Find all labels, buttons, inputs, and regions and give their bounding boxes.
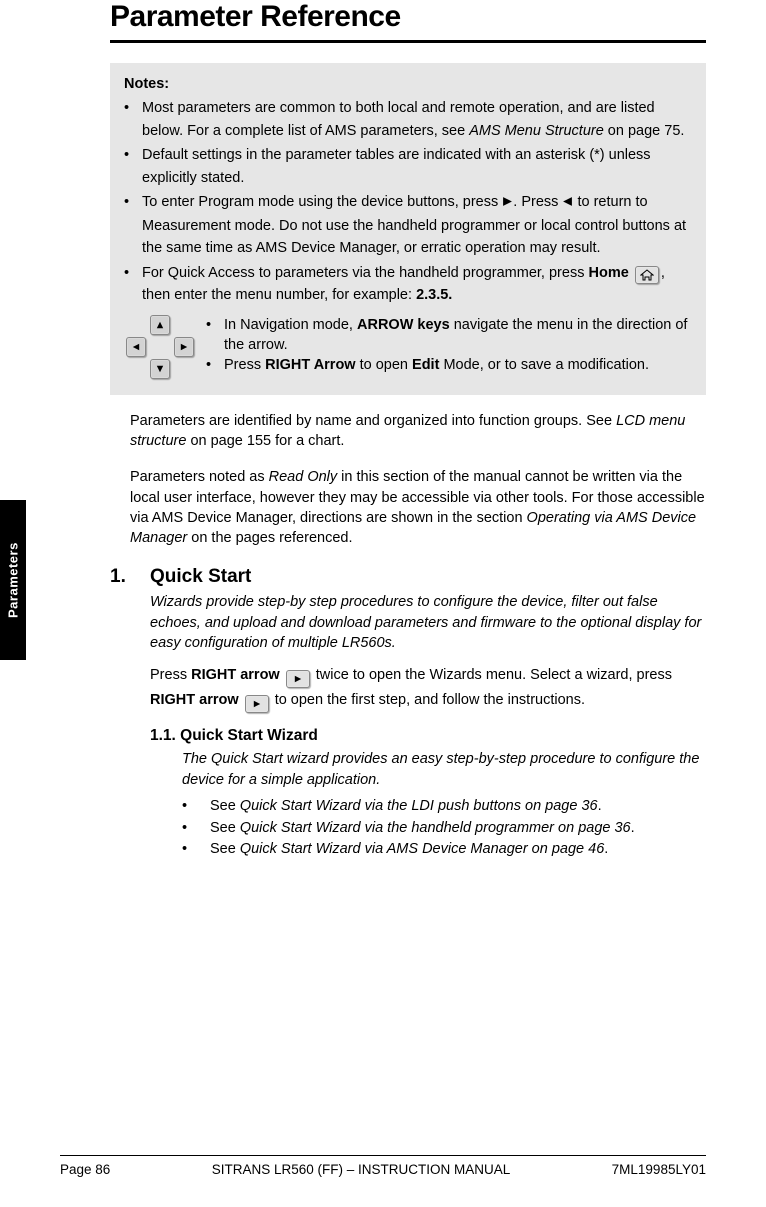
arrow-right-key-icon: [174, 337, 194, 357]
title-rule: [110, 40, 706, 43]
arrow-right-key-icon: [245, 695, 269, 713]
text: Default settings in the parameter tables…: [142, 144, 692, 189]
link-ams-menu: AMS Menu Structure: [469, 123, 604, 139]
notes-heading: Notes:: [124, 73, 692, 95]
home-button-icon: [635, 266, 659, 284]
text: RIGHT Arrow: [265, 357, 356, 373]
text: Edit: [412, 357, 439, 373]
body-paragraph: Parameters are identified by name and or…: [130, 411, 706, 452]
arrow-up-key-icon: [150, 315, 170, 335]
left-arrow-icon: [562, 192, 573, 214]
text: Mode, or to save a modification.: [439, 357, 649, 373]
footer-title: SITRANS LR560 (FF) – INSTRUCTION MANUAL: [212, 1162, 511, 1177]
notes-item: • For Quick Access to parameters via the…: [124, 262, 692, 307]
nav-note: •In Navigation mode, ARROW keys navigate…: [206, 315, 692, 356]
page-title: Parameter Reference: [110, 0, 706, 34]
section-heading-quick-start: 1. Quick Start: [110, 566, 706, 588]
text: . Press: [513, 194, 562, 210]
arrow-right-key-icon: [286, 670, 310, 688]
text: To enter Program mode using the device b…: [142, 194, 502, 210]
text: to open: [356, 357, 412, 373]
nav-note: •Press RIGHT Arrow to open Edit Mode, or…: [206, 355, 692, 375]
home-label: Home: [588, 265, 628, 281]
footer-page-number: Page 86: [60, 1162, 110, 1177]
text: Press: [224, 357, 265, 373]
text: on page 75.: [604, 123, 685, 139]
notes-box: Notes: • Most parameters are common to b…: [110, 63, 706, 395]
text: ARROW keys: [357, 317, 450, 333]
notes-item: • Most parameters are common to both loc…: [124, 97, 692, 142]
text: For Quick Access to parameters via the h…: [142, 265, 588, 281]
subsection-heading-qsw: 1.1. Quick Start Wizard: [150, 727, 706, 745]
section-intro: Wizards provide step-by step procedures …: [150, 592, 706, 653]
arrow-nav-block: •In Navigation mode, ARROW keys navigate…: [124, 315, 692, 379]
body-paragraph: Parameters noted as Read Only in this se…: [130, 467, 706, 548]
subsection-intro: The Quick Start wizard provides an easy …: [182, 749, 706, 790]
text: In Navigation mode,: [224, 317, 357, 333]
arrow-left-key-icon: [126, 337, 146, 357]
notes-item: • Default settings in the parameter tabl…: [124, 144, 692, 189]
footer-doc-id: 7ML19985LY01: [612, 1162, 706, 1177]
see-item: •See Quick Start Wizard via the LDI push…: [182, 796, 706, 818]
side-tab-parameters: Parameters: [0, 500, 26, 660]
arrow-down-key-icon: [150, 359, 170, 379]
see-item: •See Quick Start Wizard via AMS Device M…: [182, 839, 706, 861]
section-body: Press RIGHT arrow twice to open the Wiza…: [150, 663, 706, 713]
notes-item: • To enter Program mode using the device…: [124, 191, 692, 259]
see-item: •See Quick Start Wizard via the handheld…: [182, 818, 706, 840]
menu-number: 2.3.5.: [416, 287, 452, 303]
arrow-key-cluster: [124, 315, 196, 379]
page-footer: Page 86 SITRANS LR560 (FF) – INSTRUCTION…: [60, 1155, 706, 1177]
right-arrow-icon: [502, 192, 513, 214]
